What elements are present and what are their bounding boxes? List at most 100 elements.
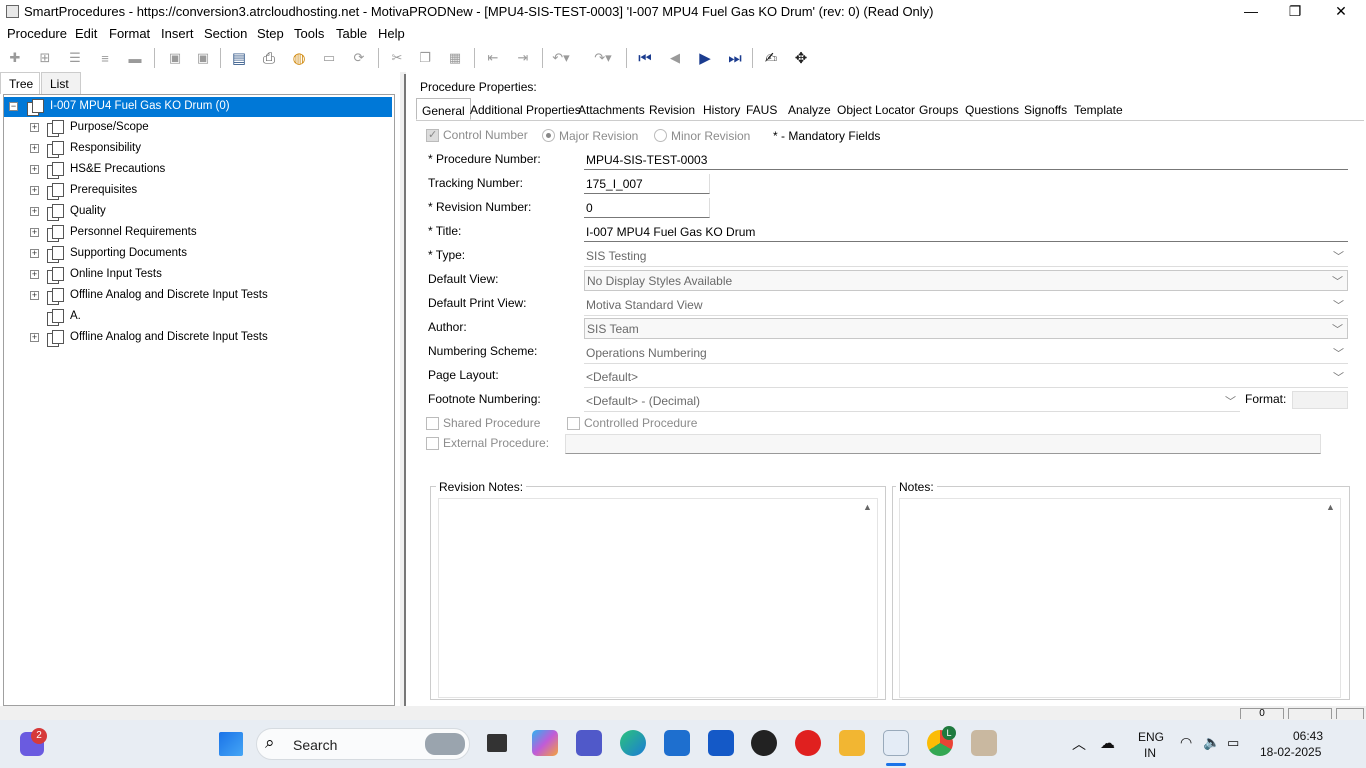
menu-insert[interactable]: Insert: [161, 26, 194, 41]
file-explorer-icon[interactable]: [839, 730, 865, 756]
scroll-up-icon[interactable]: ▲: [863, 502, 872, 512]
tree-item[interactable]: + HS&E Precautions: [4, 160, 392, 180]
move-icon[interactable]: ✥: [790, 48, 812, 68]
task-view-icon[interactable]: [487, 734, 507, 752]
tree-item[interactable]: + Offline Analog and Discrete Input Test…: [4, 286, 392, 306]
form-icon[interactable]: ▭: [318, 48, 340, 68]
tab-analyze[interactable]: Analyze: [788, 98, 831, 120]
list-icon[interactable]: ☰: [64, 48, 86, 68]
menu-edit[interactable]: Edit: [75, 26, 97, 41]
previous-record-icon[interactable]: ◀: [664, 48, 686, 68]
tree-root[interactable]: − I-007 MPU4 Fuel Gas KO Drum (0): [4, 97, 392, 117]
copy-icon[interactable]: ❐: [414, 48, 436, 68]
add-substep-icon[interactable]: ⊞: [34, 48, 56, 68]
onedrive-icon[interactable]: ☁: [1100, 734, 1115, 752]
tab-signoffs[interactable]: Signoffs: [1024, 98, 1067, 120]
external-procedure-checkbox[interactable]: [426, 437, 439, 450]
battery-icon[interactable]: ▭: [1227, 735, 1239, 751]
page-layout-select[interactable]: <Default> ﹀: [584, 367, 1348, 388]
external-procedure-field[interactable]: [565, 434, 1321, 454]
tree-item[interactable]: + Offline Analog and Discrete Input Test…: [4, 328, 392, 348]
copilot-icon[interactable]: [532, 730, 558, 756]
control-number-checkbox[interactable]: [426, 128, 439, 142]
expand-icon[interactable]: +: [30, 291, 39, 300]
default-view-select[interactable]: No Display Styles Available ﹀: [584, 270, 1348, 291]
tree-item[interactable]: A.: [4, 307, 392, 327]
expand-icon[interactable]: +: [30, 144, 39, 153]
clock-time[interactable]: 06:43: [1293, 729, 1323, 743]
remove-icon[interactable]: ▬: [124, 48, 146, 68]
expand-icon[interactable]: +: [30, 165, 39, 174]
tree-item[interactable]: + Supporting Documents: [4, 244, 392, 264]
dell-icon[interactable]: [751, 730, 777, 756]
save-icon[interactable]: ▣: [164, 48, 186, 68]
close-button[interactable]: ✕: [1318, 0, 1364, 24]
tree-item[interactable]: + Purpose/Scope: [4, 118, 392, 138]
major-revision-radio[interactable]: [542, 129, 555, 142]
volume-icon[interactable]: 🔈: [1203, 734, 1220, 751]
minor-revision-radio[interactable]: [654, 129, 667, 142]
tab-groups[interactable]: Groups: [919, 98, 958, 120]
save-all-icon[interactable]: ▣: [192, 48, 214, 68]
controlled-procedure-checkbox[interactable]: [567, 417, 580, 430]
browser-icon[interactable]: ◍: [288, 48, 310, 68]
tab-template[interactable]: Template: [1074, 98, 1123, 120]
expand-icon[interactable]: +: [30, 123, 39, 132]
signature-icon[interactable]: ✍: [760, 48, 782, 68]
expand-icon[interactable]: +: [30, 270, 39, 279]
cut-icon[interactable]: ✂: [386, 48, 408, 68]
windows-start-icon[interactable]: [219, 732, 243, 756]
tab-list[interactable]: List: [41, 72, 81, 94]
powerautomate-icon[interactable]: [708, 730, 734, 756]
default-print-view-select[interactable]: Motiva Standard View ﹀: [584, 295, 1348, 316]
title-field[interactable]: I-007 MPU4 Fuel Gas KO Drum: [584, 222, 1348, 242]
expand-icon[interactable]: +: [30, 186, 39, 195]
tree-item[interactable]: + Responsibility: [4, 139, 392, 159]
next-record-icon[interactable]: ▶: [694, 48, 716, 68]
type-select[interactable]: SIS Testing ﹀: [584, 246, 1348, 267]
restore-button[interactable]: ❐: [1272, 0, 1318, 24]
add-step-icon[interactable]: ✚: [4, 48, 26, 68]
footnote-numbering-select[interactable]: <Default> - (Decimal) ﹀: [584, 391, 1240, 412]
procedure-number-field[interactable]: MPU4-SIS-TEST-0003: [584, 150, 1348, 170]
tree-item[interactable]: + Online Input Tests: [4, 265, 392, 285]
minimize-button[interactable]: —: [1228, 0, 1274, 24]
indent-icon[interactable]: ⇥: [512, 48, 534, 68]
menu-tools[interactable]: Tools: [294, 26, 324, 41]
tab-revision[interactable]: Revision: [649, 98, 695, 120]
database-icon[interactable]: ▤: [228, 48, 250, 68]
tree-item[interactable]: + Quality: [4, 202, 392, 222]
teams-icon[interactable]: [576, 730, 602, 756]
redo-icon[interactable]: ↷▾: [592, 48, 614, 68]
language-indicator[interactable]: ENG: [1138, 730, 1164, 744]
notes-textarea[interactable]: [899, 498, 1341, 698]
indent-list-icon[interactable]: ≡: [94, 48, 116, 68]
menu-step[interactable]: Step: [257, 26, 284, 41]
refresh-icon[interactable]: ⟳: [348, 48, 370, 68]
edge-icon[interactable]: [620, 730, 646, 756]
chevron-up-icon[interactable]: ︿: [1072, 734, 1086, 754]
last-record-icon[interactable]: ⏭: [724, 48, 746, 68]
tab-additional-properties[interactable]: Additional Properties: [470, 98, 581, 120]
revision-notes-textarea[interactable]: [438, 498, 878, 698]
format-field[interactable]: [1292, 391, 1348, 409]
menu-procedure[interactable]: Procedure: [7, 26, 67, 41]
tab-tree[interactable]: Tree: [0, 72, 40, 94]
paste-icon[interactable]: ▦: [444, 48, 466, 68]
wifi-icon[interactable]: ◠: [1180, 734, 1192, 751]
numbering-scheme-select[interactable]: Operations Numbering ﹀: [584, 343, 1348, 364]
store-icon[interactable]: [664, 730, 690, 756]
print-icon[interactable]: ⎙: [258, 48, 280, 68]
remote-app-icon[interactable]: [971, 730, 997, 756]
tab-object-locator[interactable]: Object Locator: [837, 98, 915, 120]
tree-item[interactable]: + Prerequisites: [4, 181, 392, 201]
smartprocedures-icon[interactable]: [883, 730, 909, 756]
expand-icon[interactable]: +: [30, 333, 39, 342]
collapse-icon[interactable]: −: [9, 102, 18, 111]
tab-general[interactable]: General: [416, 98, 471, 120]
scroll-up-icon[interactable]: ▲: [1326, 502, 1335, 512]
expand-icon[interactable]: +: [30, 249, 39, 258]
menu-format[interactable]: Format: [109, 26, 150, 41]
author-select[interactable]: SIS Team ﹀: [584, 318, 1348, 339]
menu-section[interactable]: Section: [204, 26, 247, 41]
